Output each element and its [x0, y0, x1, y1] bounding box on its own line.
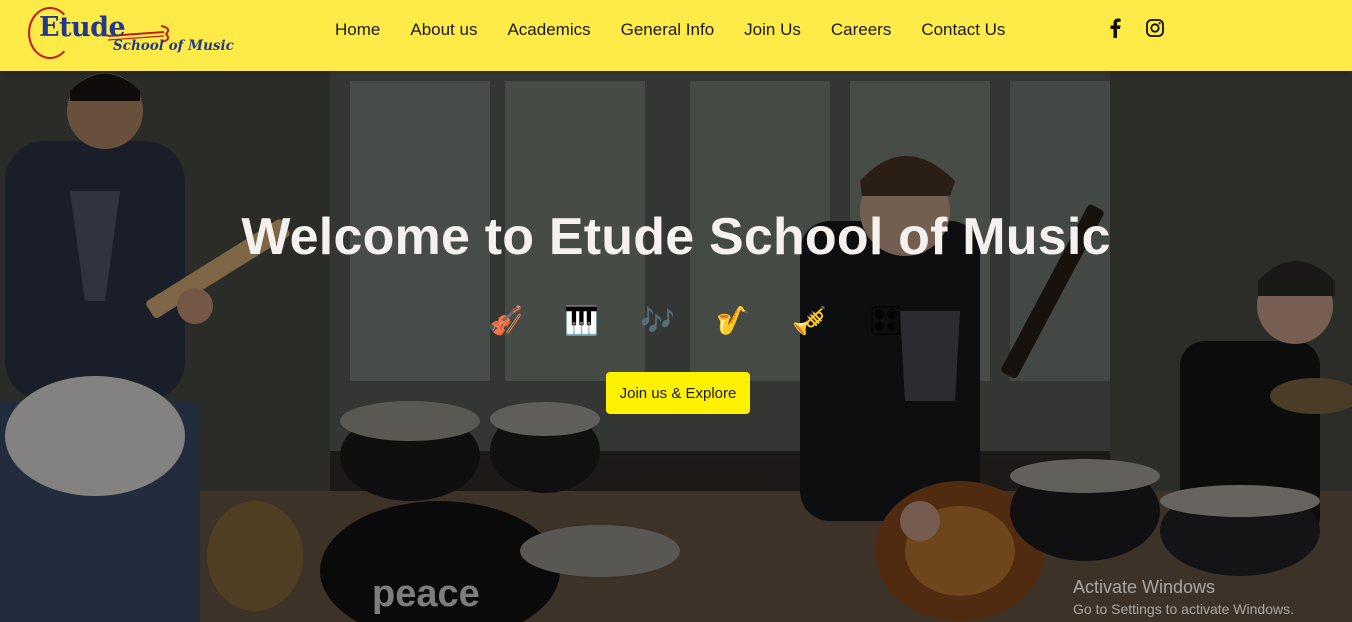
nav-home[interactable]: Home [335, 20, 380, 40]
top-navbar: Etude School of Music Home About us Acad… [0, 0, 1352, 71]
saxophone-icon: 🎷 [716, 305, 751, 336]
social-links [1105, 17, 1165, 39]
trumpet-icon: 🎺 [792, 305, 827, 336]
violin-icon: 🎻 [488, 305, 523, 336]
nav-join-us[interactable]: Join Us [744, 20, 801, 40]
windows-activation-title: Activate Windows [1073, 577, 1216, 597]
nav-contact-us[interactable]: Contact Us [921, 20, 1005, 40]
nav-academics[interactable]: Academics [507, 20, 590, 40]
nav-general-info[interactable]: General Info [621, 20, 715, 40]
windows-activation-subtitle: Go to Settings to activate Windows. [1073, 601, 1294, 617]
site-logo[interactable]: Etude School of Music [28, 6, 234, 62]
flute-icon: 🎶 [640, 305, 675, 336]
keyboard-icon: 🎛 [868, 305, 904, 336]
instrument-icons: 🎻 🎹 🎶 🎷 🎺 🎛 [488, 304, 904, 338]
join-explore-button[interactable]: Join us & Explore [606, 372, 750, 414]
logo-subtitle: School of Music [113, 38, 234, 54]
hero-overlay [0, 71, 1352, 622]
piano-icon: 🎹 [564, 305, 599, 336]
facebook-icon[interactable] [1105, 17, 1125, 39]
hero-section: peace Welcome to Etude School of Music 🎻… [0, 71, 1352, 622]
page: peace Welcome to Etude School of Music 🎻… [0, 0, 1352, 622]
nav-careers[interactable]: Careers [831, 20, 891, 40]
main-nav: Home About us Academics General Info Joi… [320, 0, 1020, 60]
hero-title: Welcome to Etude School of Music [241, 208, 1111, 266]
logo-wordmark: Etude [39, 12, 126, 43]
instagram-icon[interactable] [1145, 17, 1165, 39]
nav-about-us[interactable]: About us [410, 20, 477, 40]
